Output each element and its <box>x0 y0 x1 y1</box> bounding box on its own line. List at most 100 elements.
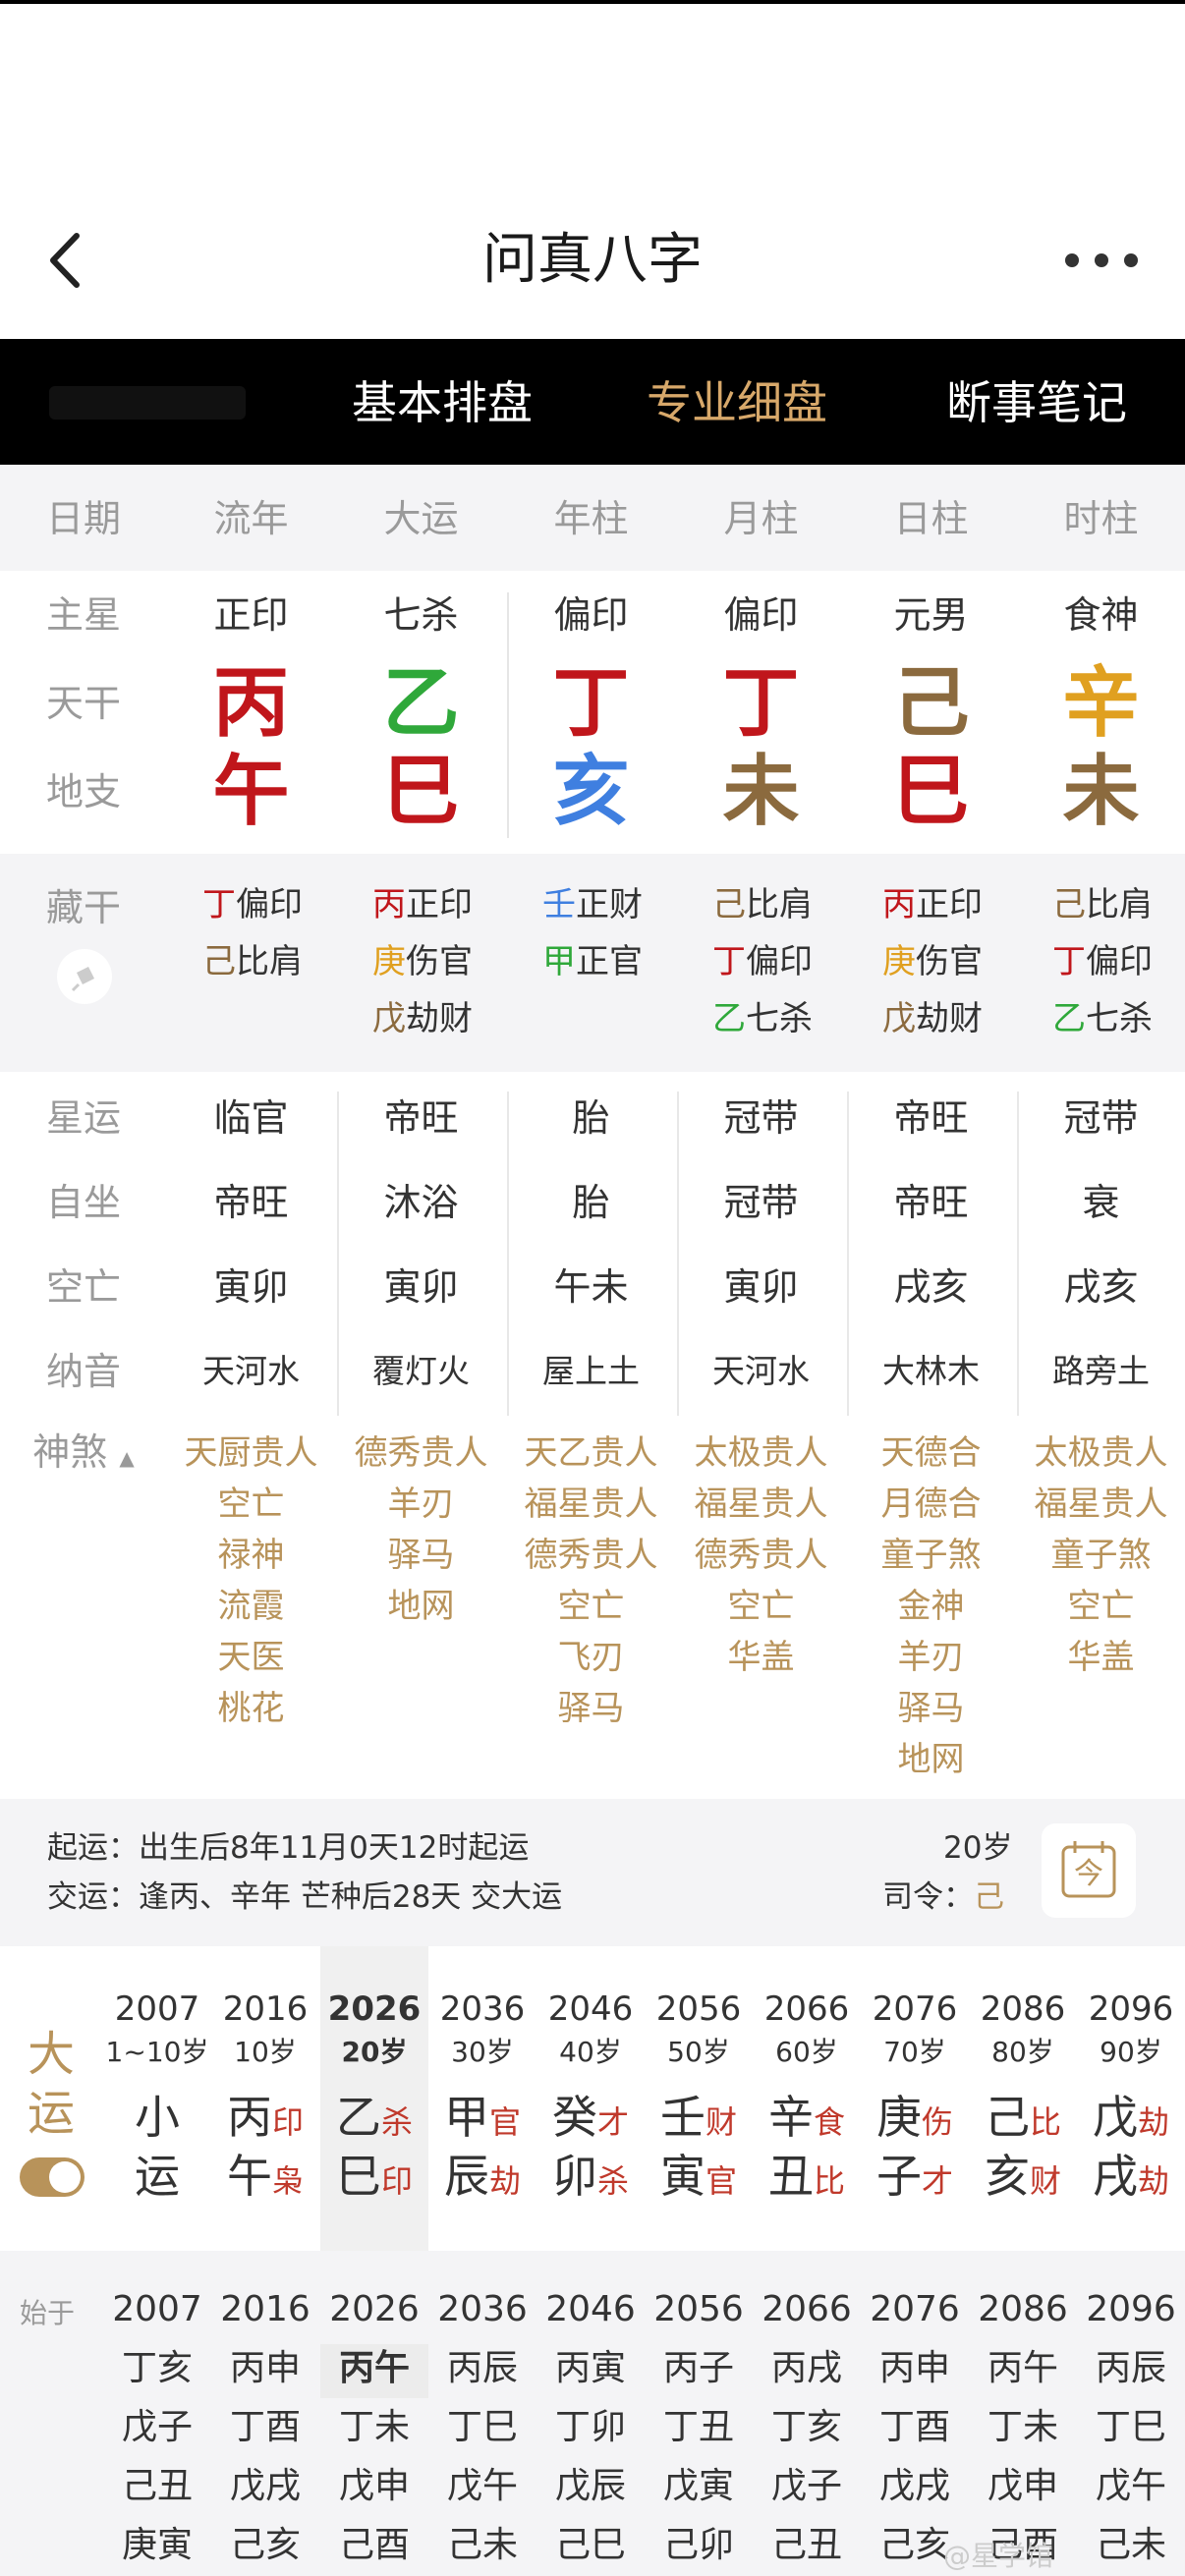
tab-notes[interactable]: 断事笔记 <box>919 368 1155 437</box>
liunian-item[interactable]: 丁巳 <box>428 2398 536 2457</box>
dayun-gan[interactable]: 乙杀 <box>320 2089 428 2151</box>
liunian-item[interactable]: 戊申 <box>320 2457 428 2516</box>
liunian-item[interactable]: 戊午 <box>428 2457 536 2516</box>
dayun-gan[interactable]: 癸才 <box>536 2089 645 2151</box>
dayun-zhi[interactable]: 戌劫 <box>1077 2148 1185 2210</box>
shensha-item[interactable]: 禄神 <box>157 1530 345 1581</box>
liunian-year[interactable]: 2007 <box>103 2280 211 2339</box>
shensha-item[interactable]: 桃花 <box>157 1683 345 1734</box>
liunian-year[interactable]: 2056 <box>645 2280 753 2339</box>
liunian-item[interactable]: 丁酉 <box>211 2398 319 2457</box>
dayun-gan[interactable]: 戊劫 <box>1077 2089 1185 2151</box>
tab-professional[interactable]: 专业细盘 <box>619 368 855 437</box>
shensha-item[interactable]: 德秀贵人 <box>327 1428 515 1479</box>
dayun-zhi[interactable]: 卯杀 <box>536 2148 645 2210</box>
dayun-year[interactable]: 2076 <box>861 1988 969 2031</box>
shensha-item[interactable]: 金神 <box>837 1581 1025 1632</box>
liunian-item[interactable]: 丙戌 <box>753 2339 861 2398</box>
shensha-item[interactable]: 流霞 <box>157 1581 345 1632</box>
liunian-item[interactable]: 丁未 <box>969 2398 1077 2457</box>
liunian-item[interactable]: 己未 <box>1077 2516 1185 2575</box>
shensha-item[interactable]: 羊刃 <box>837 1632 1025 1683</box>
liunian-item[interactable]: 丙辰 <box>428 2339 536 2398</box>
liunian-item[interactable]: 己亥 <box>211 2516 319 2575</box>
dayun-age[interactable]: 1~10岁 <box>103 2033 211 2072</box>
liunian-year[interactable]: 2086 <box>969 2280 1077 2339</box>
liunian-item[interactable]: 丁未 <box>320 2398 428 2457</box>
liunian-year[interactable]: 2066 <box>753 2280 861 2339</box>
shensha-item[interactable]: 空亡 <box>497 1581 685 1632</box>
dayun-age[interactable]: 90岁 <box>1077 2033 1185 2072</box>
liunian-year[interactable]: 2026 <box>320 2280 428 2339</box>
liunian-item[interactable]: 丙辰 <box>1077 2339 1185 2398</box>
liunian-item[interactable]: 丙寅 <box>536 2339 645 2398</box>
dayun-year[interactable]: 2007 <box>103 1988 211 2031</box>
shensha-item[interactable]: 飞刃 <box>497 1632 685 1683</box>
liunian-item[interactable]: 戊子 <box>753 2457 861 2516</box>
liunian-item[interactable]: 丁巳 <box>1077 2398 1185 2457</box>
liunian-item[interactable]: 戊寅 <box>645 2457 753 2516</box>
shensha-item[interactable]: 福星贵人 <box>497 1479 685 1530</box>
liunian-item[interactable]: 丙申 <box>211 2339 319 2398</box>
liunian-year[interactable]: 2016 <box>211 2280 319 2339</box>
shensha-toggle[interactable]: 神煞 ▲ <box>0 1428 167 1483</box>
dayun-gan[interactable]: 辛食 <box>753 2089 861 2151</box>
dayun-gan[interactable]: 甲官 <box>428 2089 536 2151</box>
dayun-gan[interactable]: 壬财 <box>645 2089 753 2151</box>
shensha-item[interactable]: 羊刃 <box>327 1479 515 1530</box>
liunian-item[interactable]: 己丑 <box>103 2457 211 2516</box>
dayun-zhi[interactable]: 亥财 <box>969 2148 1077 2210</box>
liunian-item[interactable]: 丁亥 <box>103 2339 211 2398</box>
dayun-year[interactable]: 2046 <box>536 1988 645 2031</box>
dayun-zhi[interactable]: 运 <box>103 2148 211 2205</box>
shensha-item[interactable]: 地网 <box>837 1734 1025 1785</box>
liunian-item[interactable]: 戊午 <box>1077 2457 1185 2516</box>
dayun-gan[interactable]: 丙印 <box>211 2089 319 2151</box>
dayun-age[interactable]: 80岁 <box>969 2033 1077 2072</box>
shensha-item[interactable]: 月德合 <box>837 1479 1025 1530</box>
liunian-year[interactable]: 2076 <box>861 2280 969 2339</box>
shensha-item[interactable]: 天德合 <box>837 1428 1025 1479</box>
dayun-zhi[interactable]: 辰劫 <box>428 2148 536 2210</box>
dayun-year[interactable]: 2026 <box>320 1988 428 2031</box>
liunian-item[interactable]: 丙午 <box>320 2339 428 2398</box>
shensha-item[interactable]: 驿马 <box>497 1683 685 1734</box>
liunian-item[interactable]: 己巳 <box>536 2516 645 2575</box>
dayun-year[interactable]: 2096 <box>1077 1988 1185 2031</box>
dayun-zhi[interactable]: 丑比 <box>753 2148 861 2210</box>
liunian-year[interactable]: 2036 <box>428 2280 536 2339</box>
shensha-item[interactable]: 驿马 <box>327 1530 515 1581</box>
liunian-item[interactable]: 丙子 <box>645 2339 753 2398</box>
shensha-item[interactable]: 天医 <box>157 1632 345 1683</box>
shensha-item[interactable]: 童子煞 <box>837 1530 1025 1581</box>
liunian-item[interactable]: 戊辰 <box>536 2457 645 2516</box>
dayun-gan[interactable]: 庚伤 <box>861 2089 969 2151</box>
dayun-age[interactable]: 50岁 <box>645 2033 753 2072</box>
shensha-item[interactable]: 德秀贵人 <box>667 1530 855 1581</box>
dayun-age[interactable]: 70岁 <box>861 2033 969 2072</box>
shensha-item[interactable]: 太极贵人 <box>1007 1428 1185 1479</box>
today-calendar-button[interactable]: 今 <box>1042 1823 1136 1918</box>
liunian-year[interactable]: 2046 <box>536 2280 645 2339</box>
shensha-item[interactable]: 天乙贵人 <box>497 1428 685 1479</box>
dayun-toggle[interactable] <box>20 2157 85 2197</box>
liunian-item[interactable]: 庚寅 <box>103 2516 211 2575</box>
liunian-item[interactable]: 丁丑 <box>645 2398 753 2457</box>
dayun-zhi[interactable]: 巳印 <box>320 2148 428 2210</box>
liunian-item[interactable]: 丁亥 <box>753 2398 861 2457</box>
more-button[interactable] <box>1057 241 1146 280</box>
liunian-item[interactable]: 戊戌 <box>211 2457 319 2516</box>
shensha-item[interactable]: 空亡 <box>1007 1581 1185 1632</box>
dayun-age[interactable]: 30岁 <box>428 2033 536 2072</box>
dayun-age[interactable]: 20岁 <box>320 2033 428 2072</box>
dayun-year[interactable]: 2036 <box>428 1988 536 2031</box>
shensha-item[interactable]: 空亡 <box>157 1479 345 1530</box>
tab-basic[interactable]: 基本排盘 <box>324 368 560 437</box>
dayun-zhi[interactable]: 寅官 <box>645 2148 753 2210</box>
dayun-gan[interactable]: 己比 <box>969 2089 1077 2151</box>
shensha-item[interactable]: 天厨贵人 <box>157 1428 345 1479</box>
liunian-item[interactable]: 戊戌 <box>861 2457 969 2516</box>
liunian-item[interactable]: 戊申 <box>969 2457 1077 2516</box>
dayun-year[interactable]: 2066 <box>753 1988 861 2031</box>
shensha-item[interactable]: 德秀贵人 <box>497 1530 685 1581</box>
